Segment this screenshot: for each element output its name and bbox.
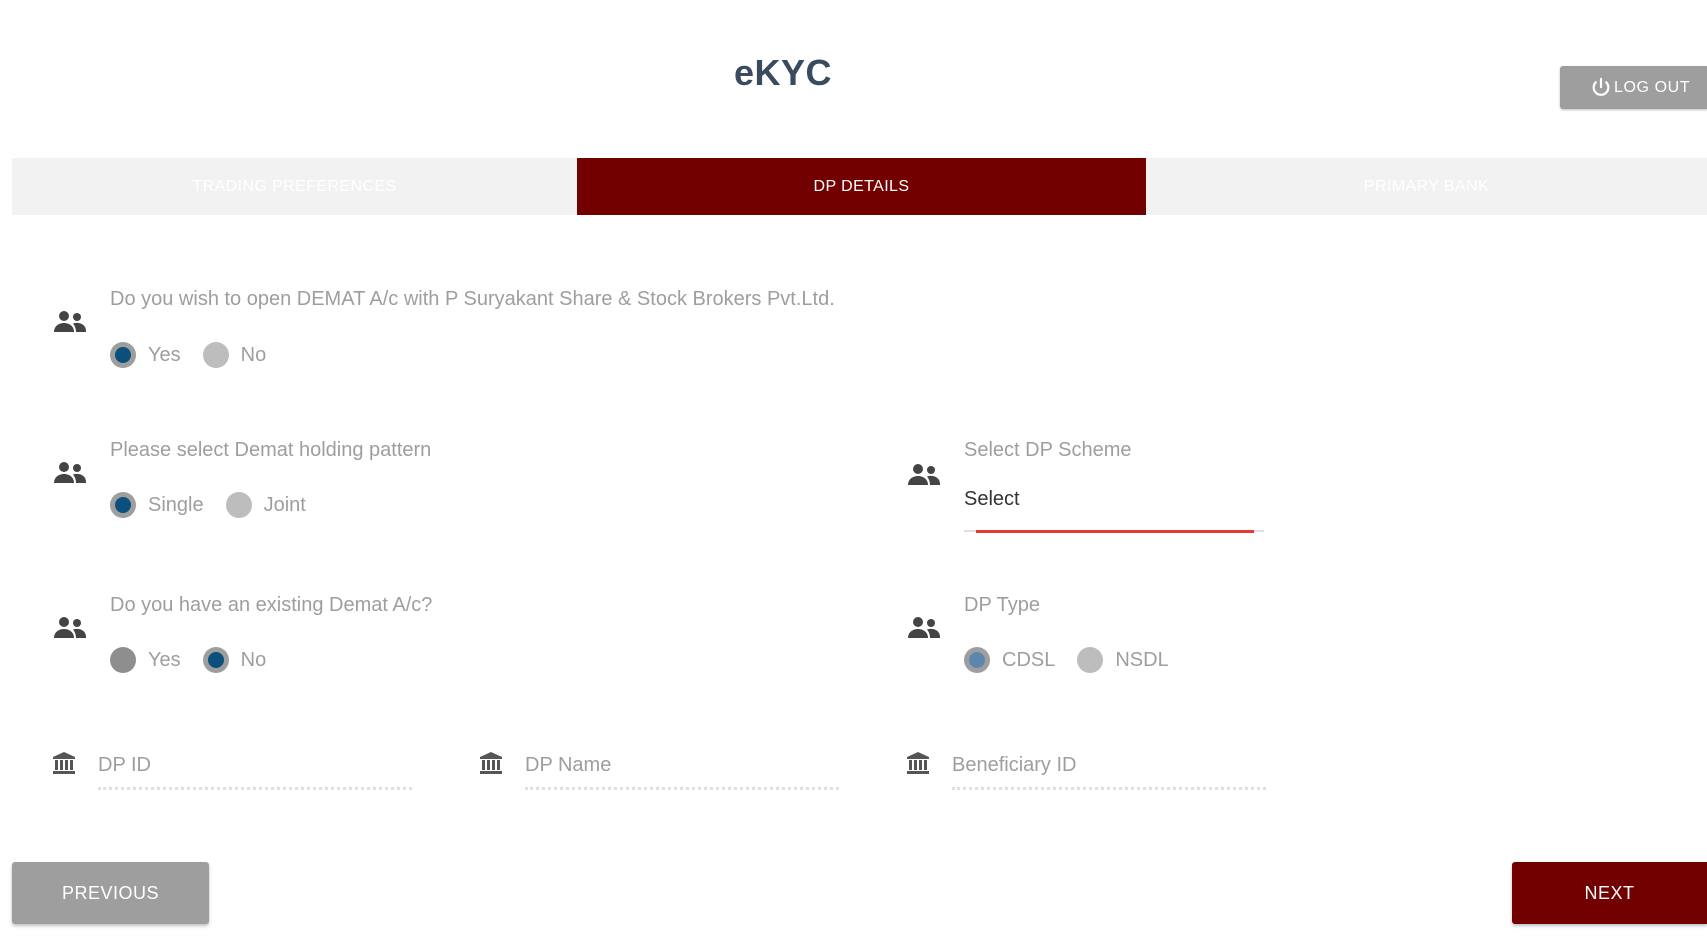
radio-unchecked-icon <box>110 647 136 673</box>
ekyc-page: eKYC LOG OUT TRADING PREFERENCES DP DETA… <box>0 0 1707 947</box>
page-title: eKYC <box>733 52 833 93</box>
dp-type-cdsl-radio[interactable]: CDSL <box>964 647 1055 673</box>
dp-type-nsdl-radio[interactable]: NSDL <box>1077 647 1169 673</box>
existing-demat-question: Do you have an existing Demat A/c? <box>110 594 433 616</box>
people-icon <box>54 462 86 483</box>
holding-joint-radio[interactable]: Joint <box>225 492 306 518</box>
radio-label: Yes <box>148 343 181 366</box>
open-demat-yes-radio[interactable]: Yes <box>110 342 181 368</box>
select-underline <box>964 530 1264 533</box>
tab-dp-details[interactable]: DP DETAILS <box>577 158 1146 215</box>
logout-button[interactable]: LOG OUT <box>1560 66 1707 109</box>
open-demat-question: Do you wish to open DEMAT A/c with P Sur… <box>110 288 835 310</box>
holding-single-radio[interactable]: Single <box>110 492 204 518</box>
bank-icon <box>53 752 75 774</box>
logout-label: LOG OUT <box>1614 78 1691 96</box>
radio-checked-icon <box>202 647 229 673</box>
radio-unchecked-icon <box>225 492 252 518</box>
existing-demat-yes-radio[interactable]: Yes <box>110 647 181 673</box>
dp-type-radio-group: CDSL NSDL <box>964 647 1191 673</box>
radio-unchecked-icon <box>1077 647 1104 673</box>
radio-label: No <box>240 343 267 366</box>
radio-checked-icon <box>964 647 990 673</box>
radio-label: NSDL <box>1115 648 1169 671</box>
radio-unchecked-icon <box>202 342 229 368</box>
radio-label: Yes <box>148 648 181 671</box>
radio-label: Joint <box>263 493 306 516</box>
power-icon <box>1592 77 1610 96</box>
beneficiary-id-input[interactable] <box>952 746 1266 777</box>
open-demat-no-radio[interactable]: No <box>202 342 267 368</box>
step-tabs: TRADING PREFERENCES DP DETAILS PRIMARY B… <box>12 158 1707 215</box>
dp-scheme-label: Select DP Scheme <box>964 439 1132 461</box>
beneficiary-id-field[interactable] <box>952 746 1266 790</box>
dp-name-input[interactable] <box>525 746 839 777</box>
radio-checked-icon <box>110 492 136 518</box>
previous-button[interactable]: PREVIOUS <box>12 862 209 924</box>
dp-scheme-select[interactable]: Select <box>964 488 1264 534</box>
holding-pattern-radio-group: Single Joint <box>110 492 328 518</box>
existing-demat-radio-group: Yes No <box>110 647 288 673</box>
tab-primary-bank[interactable]: PRIMARY BANK <box>1146 158 1707 215</box>
bank-icon <box>907 752 929 774</box>
bank-icon <box>480 752 502 774</box>
radio-checked-icon <box>110 342 136 368</box>
dp-type-label: DP Type <box>964 594 1040 616</box>
radio-label: Single <box>148 493 204 516</box>
next-button[interactable]: NEXT <box>1512 862 1707 924</box>
people-icon <box>54 617 86 638</box>
tab-trading-preferences[interactable]: TRADING PREFERENCES <box>12 158 577 215</box>
open-demat-radio-group: Yes No <box>110 342 288 368</box>
radio-label: CDSL <box>1002 648 1056 671</box>
dp-id-input[interactable] <box>98 746 412 777</box>
dp-id-field[interactable] <box>98 746 412 790</box>
people-icon <box>908 617 940 638</box>
people-icon <box>54 311 86 332</box>
people-icon <box>908 464 940 485</box>
existing-demat-no-radio[interactable]: No <box>202 647 267 673</box>
dp-scheme-value: Select <box>964 488 1020 510</box>
holding-pattern-question: Please select Demat holding pattern <box>110 439 432 461</box>
dp-name-field[interactable] <box>525 746 839 790</box>
radio-label: No <box>240 648 267 671</box>
